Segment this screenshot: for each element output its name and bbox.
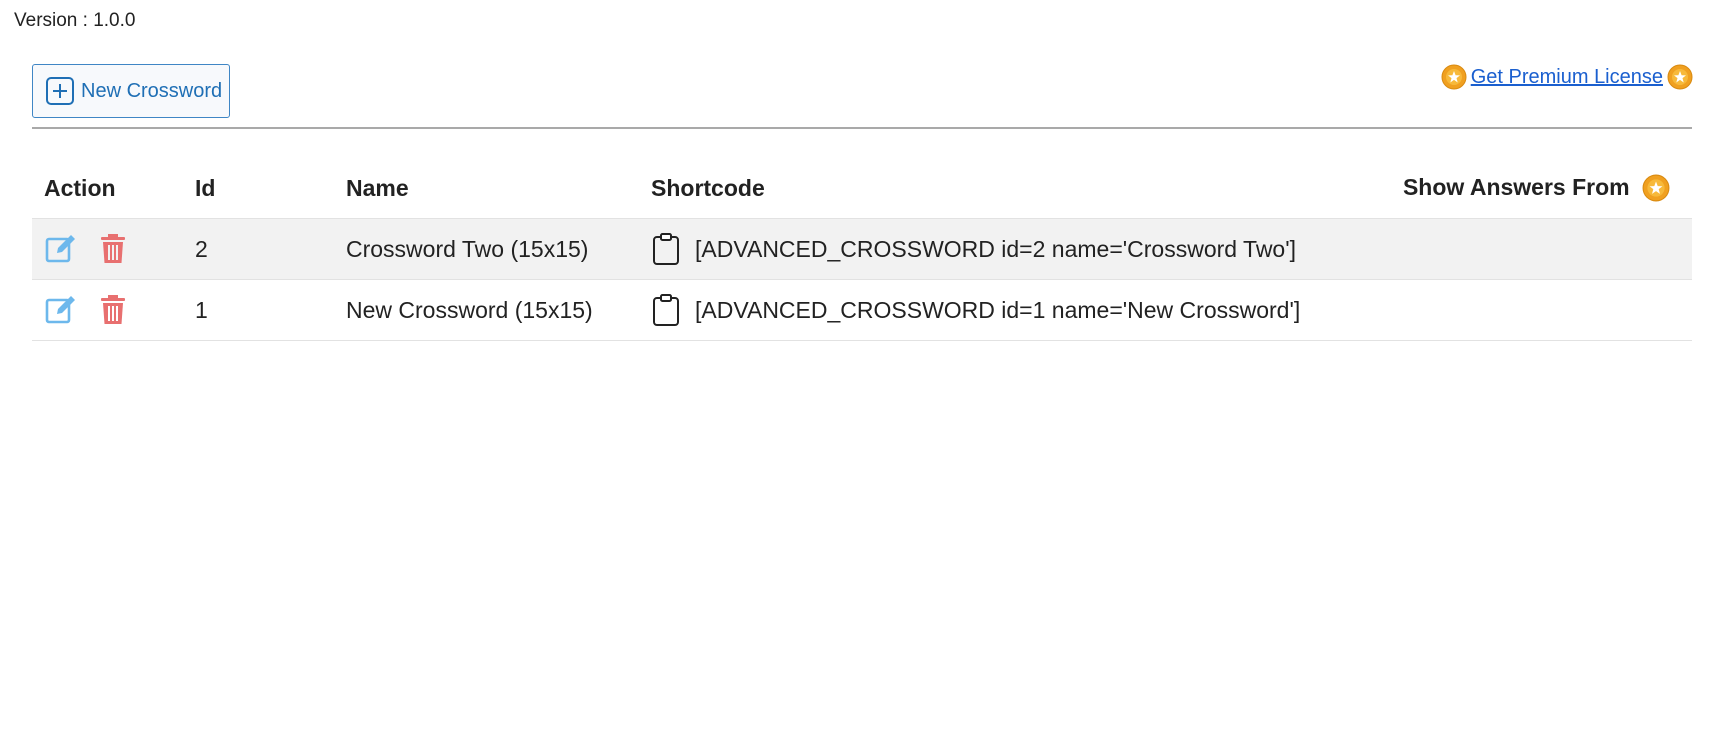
premium-coin-icon: [1667, 64, 1693, 90]
new-crossword-button[interactable]: New Crossword: [32, 64, 230, 118]
row-shortcode: [ADVANCED_CROSSWORD id=1 name='New Cross…: [639, 279, 1363, 341]
row-id: 2: [183, 218, 334, 280]
row-name: Crossword Two (15x15): [334, 218, 639, 280]
clipboard-icon[interactable]: [651, 293, 681, 327]
header-name: Name: [334, 158, 639, 219]
shortcode-text: [ADVANCED_CROSSWORD id=2 name='Crossword…: [695, 235, 1296, 262]
premium-coin-icon: [1441, 64, 1467, 90]
table-row: 2 Crossword Two (15x15) [ADVANCED_CROSSW…: [32, 218, 1692, 280]
edit-icon[interactable]: [44, 232, 78, 266]
get-premium-license-link[interactable]: Get Premium License: [1471, 66, 1663, 89]
table-header-row: Action Id Name Shortcode Show Answers Fr…: [32, 158, 1692, 219]
trash-icon[interactable]: [96, 293, 130, 327]
row-id: 1: [183, 279, 334, 341]
table-row: 1 New Crossword (15x15) [ADVANCED_CROSSW…: [32, 279, 1692, 341]
new-crossword-label: New Crossword: [81, 79, 223, 102]
row-shortcode: [ADVANCED_CROSSWORD id=2 name='Crossword…: [639, 218, 1363, 280]
row-name: New Crossword (15x15): [334, 279, 639, 341]
row-actions: [32, 218, 183, 280]
crossword-admin-page: Version : 1.0.0 New Crossword Get Premiu…: [0, 0, 1723, 746]
header-divider: [32, 127, 1692, 129]
version-label: Version : 1.0.0: [14, 10, 136, 31]
row-show-answers: [1362, 218, 1692, 280]
crossword-table: Action Id Name Shortcode Show Answers Fr…: [32, 158, 1692, 341]
premium-coin-icon: [1642, 174, 1670, 202]
header-show-answers-label: Show Answers From: [1402, 173, 1630, 200]
header-shortcode: Shortcode: [639, 158, 1363, 219]
row-actions: [32, 279, 183, 341]
header-show-answers: Show Answers From: [1362, 158, 1692, 219]
plus-square-icon: [46, 77, 74, 105]
header-id: Id: [183, 158, 334, 219]
row-show-answers: [1362, 279, 1692, 341]
premium-license-area: Get Premium License: [1441, 64, 1693, 90]
shortcode-text: [ADVANCED_CROSSWORD id=1 name='New Cross…: [695, 296, 1301, 323]
edit-icon[interactable]: [44, 293, 78, 327]
clipboard-icon[interactable]: [651, 232, 681, 266]
trash-icon[interactable]: [96, 232, 130, 266]
header-action: Action: [32, 158, 183, 219]
